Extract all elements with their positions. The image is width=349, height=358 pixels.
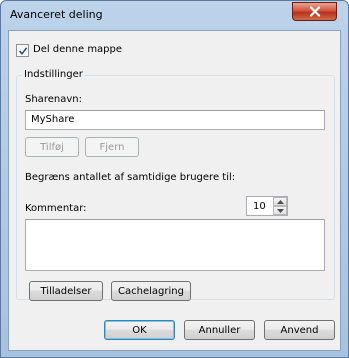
comment-label: Kommentar: xyxy=(25,203,87,214)
settings-group: Indstillinger Sharenavn: MyShare Tilføj … xyxy=(16,69,335,301)
user-limit-spinner[interactable]: 10 xyxy=(246,196,288,216)
share-folder-label: Del denne mappe xyxy=(33,44,123,55)
spin-up-button[interactable] xyxy=(273,197,287,206)
settings-group-title: Indstillinger xyxy=(22,69,85,80)
checkmark-icon xyxy=(18,46,27,55)
chevron-up-icon xyxy=(276,199,284,204)
comment-input[interactable] xyxy=(25,219,325,271)
remove-button[interactable]: Fjern xyxy=(85,137,139,157)
share-name-input[interactable]: MyShare xyxy=(25,110,325,130)
share-name-label: Sharenavn: xyxy=(25,94,82,105)
spin-down-button[interactable] xyxy=(273,206,287,215)
window-title: Avanceret deling xyxy=(10,8,103,21)
close-button[interactable] xyxy=(292,2,337,21)
share-name-value: MyShare xyxy=(31,114,75,125)
user-limit-label: Begræns antallet af samtidige brugere ti… xyxy=(25,172,236,183)
user-limit-value: 10 xyxy=(253,201,266,212)
caching-button[interactable]: Cachelagring xyxy=(111,281,191,301)
ok-button[interactable]: OK xyxy=(104,320,175,340)
add-button[interactable]: Tilføj xyxy=(25,137,79,157)
chevron-down-icon xyxy=(276,208,284,213)
dialog-window: Avanceret deling Del denne mappe Indstil… xyxy=(0,0,349,358)
share-folder-checkbox[interactable] xyxy=(16,44,29,57)
dialog-content: Del denne mappe Indstillinger Sharenavn:… xyxy=(8,30,341,351)
close-icon xyxy=(309,6,320,17)
apply-button[interactable]: Anvend xyxy=(264,320,335,340)
permissions-button[interactable]: Tilladelser xyxy=(29,281,103,301)
cancel-button[interactable]: Annuller xyxy=(184,320,255,340)
